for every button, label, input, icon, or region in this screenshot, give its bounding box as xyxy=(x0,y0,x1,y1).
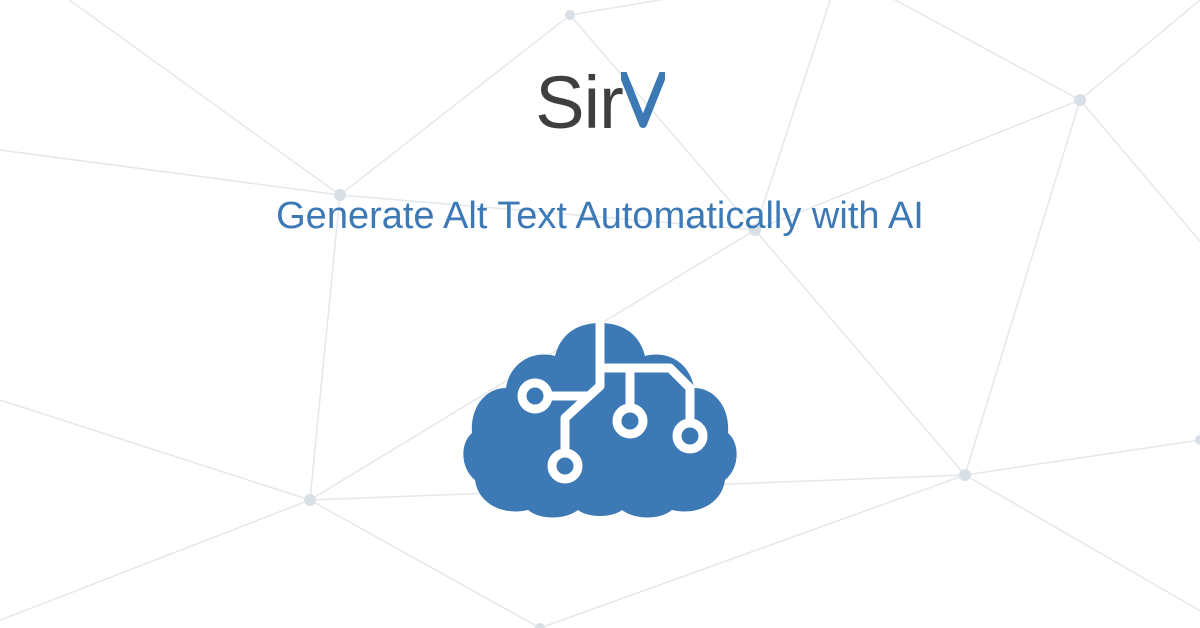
sirv-logo: Sir xyxy=(535,60,664,145)
logo-text-v xyxy=(621,60,665,145)
logo-text-sir: Sir xyxy=(535,60,622,145)
hero-content: Sir Generate Alt Text Automatically with… xyxy=(0,0,1200,628)
ai-brain-icon xyxy=(460,308,740,523)
headline: Generate Alt Text Automatically with AI xyxy=(276,195,924,238)
